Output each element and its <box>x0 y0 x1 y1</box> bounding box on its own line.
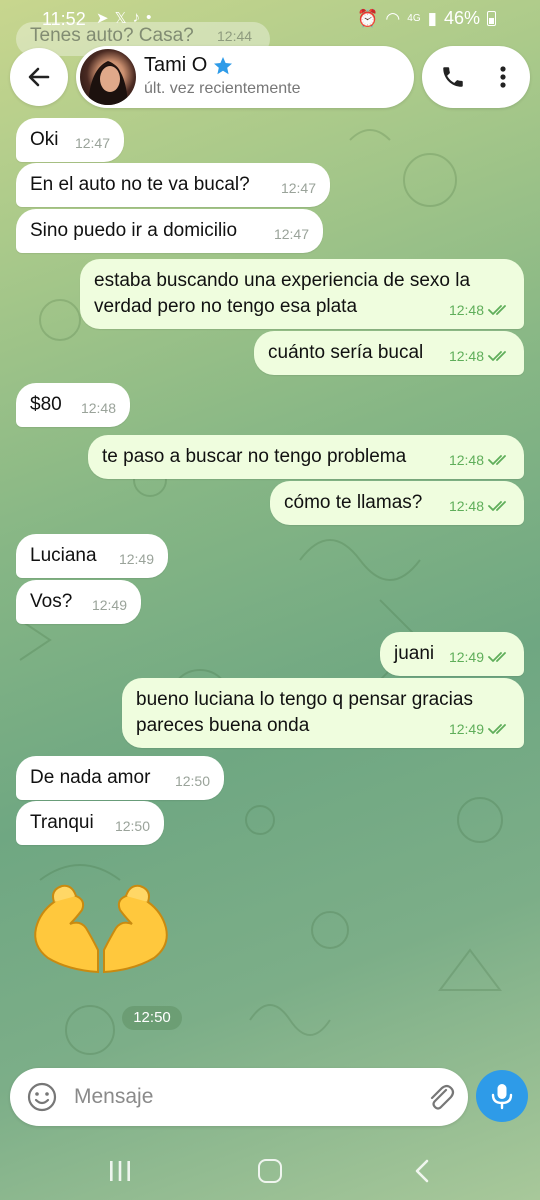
message-time: 12:48 <box>448 498 484 514</box>
scrolled-message-time: 12:44 <box>217 28 253 44</box>
message-text: estaba buscando una experiencia de sexo … <box>94 270 471 317</box>
back-button[interactable] <box>10 48 68 106</box>
double-check-icon <box>488 501 506 511</box>
contact-name: Tami O <box>144 54 233 77</box>
incoming-message[interactable]: $80 12:48 <box>16 383 130 427</box>
message-text: cuánto sería bucal <box>268 342 424 363</box>
voice-record-button[interactable] <box>476 1070 528 1122</box>
outgoing-message[interactable]: juani 12:49 <box>380 632 524 676</box>
nav-back-icon[interactable] <box>412 1159 432 1183</box>
avatar-image <box>88 61 128 105</box>
message-meta: 12:50 <box>115 819 150 833</box>
message-meta: 12:48 <box>449 499 510 513</box>
more-options-button[interactable] <box>484 58 522 96</box>
message-meta: 12:47 <box>281 181 316 195</box>
battery-icon <box>487 11 496 26</box>
message-time: 12:50 <box>174 773 210 789</box>
message-text: Oki <box>30 129 59 150</box>
message-text: En el auto no te va bucal? <box>30 174 250 195</box>
avatar[interactable] <box>80 49 136 105</box>
message-text: Tranqui <box>30 812 94 833</box>
message-meta: 12:49 <box>92 598 127 612</box>
double-check-icon <box>488 305 506 315</box>
incoming-message[interactable]: Vos? 12:49 <box>16 580 141 624</box>
star-icon <box>214 56 233 74</box>
outgoing-message[interactable]: estaba buscando una experiencia de sexo … <box>80 259 524 329</box>
message-time: 12:48 <box>448 302 484 318</box>
incoming-message[interactable]: Luciana 12:49 <box>16 534 168 578</box>
message-meta: 12:48 <box>449 303 510 317</box>
incoming-message[interactable]: Tranqui 12:50 <box>16 801 164 845</box>
contact-name-text: Tami O <box>144 54 208 76</box>
vertical-dots-icon <box>500 66 506 88</box>
sticker-time: 12:50 <box>122 1006 182 1030</box>
message-text: Vos? <box>30 591 73 612</box>
phone-icon <box>443 67 463 87</box>
status-indicators: ⏰ ◠ 4G ▮ 46% <box>357 8 496 29</box>
double-check-icon <box>488 455 506 465</box>
message-time: 12:47 <box>273 226 309 242</box>
heart-hands-icon[interactable] <box>28 880 174 980</box>
message-time: 12:48 <box>80 400 116 416</box>
outgoing-message[interactable]: te paso a buscar no tengo problema 12:48 <box>88 435 524 479</box>
outgoing-message[interactable]: cómo te llamas? 12:48 <box>270 481 524 525</box>
message-time: 12:47 <box>280 180 316 196</box>
home-icon[interactable] <box>258 1159 282 1183</box>
message-time: 12:49 <box>91 597 127 613</box>
message-time: 12:48 <box>448 452 484 468</box>
message-input[interactable] <box>74 1082 404 1112</box>
paperclip-icon[interactable] <box>424 1081 456 1113</box>
emoji-icon[interactable] <box>26 1081 58 1113</box>
arrow-left-icon <box>28 67 50 87</box>
message-text: Luciana <box>30 545 97 566</box>
contact-last-seen: últ. vez recientemente <box>144 80 301 97</box>
message-time: 12:47 <box>74 135 110 151</box>
message-text: cómo te llamas? <box>284 492 423 513</box>
outgoing-message[interactable]: cuánto sería bucal 12:48 <box>254 331 524 375</box>
message-text: $80 <box>30 394 62 415</box>
message-time: 12:49 <box>448 649 484 665</box>
incoming-message[interactable]: Sino puedo ir a domicilio 12:47 <box>16 209 323 253</box>
network-type-icon: 4G <box>407 13 421 24</box>
incoming-message[interactable]: Oki 12:47 <box>16 118 124 162</box>
message-text: te paso a buscar no tengo problema <box>102 446 407 467</box>
microphone-icon <box>491 1084 513 1110</box>
message-text: De nada amor <box>30 767 151 788</box>
header-actions <box>422 46 530 108</box>
signal-icon: ▮ <box>427 8 437 28</box>
message-text: juani <box>394 643 435 664</box>
message-meta: 12:48 <box>449 349 510 363</box>
message-text: Sino puedo ir a domicilio <box>30 220 238 241</box>
message-meta: 12:48 <box>449 453 510 467</box>
system-nav-bar <box>0 1140 540 1200</box>
incoming-message[interactable]: En el auto no te va bucal? 12:47 <box>16 163 330 207</box>
message-meta: 12:47 <box>75 136 110 150</box>
message-meta: 12:49 <box>119 552 154 566</box>
recent-apps-icon[interactable] <box>108 1160 132 1182</box>
message-meta: 12:49 <box>449 722 510 736</box>
outgoing-message[interactable]: bueno luciana lo tengo q pensar gracias … <box>122 678 524 748</box>
message-meta: 12:49 <box>449 650 510 664</box>
double-check-icon <box>488 724 506 734</box>
message-composer <box>10 1068 468 1126</box>
message-time: 12:49 <box>118 551 154 567</box>
scrolled-message-text: Tenes auto? Casa? <box>30 25 194 46</box>
wifi-icon: ◠ <box>385 8 401 28</box>
double-check-icon <box>488 652 506 662</box>
message-meta: 12:50 <box>175 774 210 788</box>
contact-header[interactable]: Tami O últ. vez recientemente <box>76 46 414 108</box>
double-check-icon <box>488 351 506 361</box>
incoming-message[interactable]: De nada amor 12:50 <box>16 756 224 800</box>
message-time: 12:48 <box>448 348 484 364</box>
message-time: 12:49 <box>448 721 484 737</box>
alarm-icon: ⏰ <box>357 8 379 28</box>
battery-percent: 46% <box>443 8 480 28</box>
message-text: bueno luciana lo tengo q pensar gracias … <box>136 689 473 736</box>
message-meta: 12:47 <box>274 227 309 241</box>
call-button[interactable] <box>434 58 472 96</box>
message-time: 12:50 <box>114 818 150 834</box>
message-meta: 12:48 <box>81 401 116 415</box>
